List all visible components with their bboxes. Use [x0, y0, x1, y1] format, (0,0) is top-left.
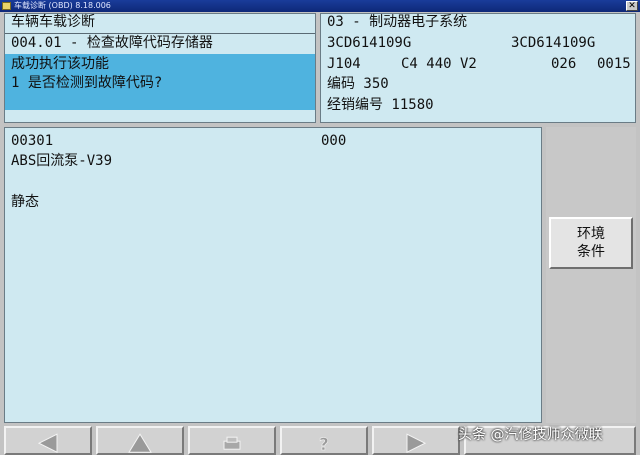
- env-button-line2: 条件: [577, 244, 605, 260]
- window-titlebar: 车载诊断 (OBD) 8.18.006 ✕: [0, 0, 640, 12]
- window-title: 车载诊断 (OBD) 8.18.006: [14, 1, 111, 10]
- help-icon: ?: [319, 434, 329, 454]
- env-button-line1: 环境: [577, 226, 605, 242]
- ecu-code-2: 0015: [597, 56, 631, 72]
- part-number-2: 3CD614109G: [511, 35, 596, 51]
- environment-conditions-button[interactable]: 环境 条件: [549, 217, 633, 269]
- dealer-label: 经销编号 11580: [327, 97, 434, 113]
- question-text: 1 是否检测到故障代码?: [11, 75, 163, 91]
- fault-description: ABS回流泵-V39: [11, 153, 113, 169]
- header-right-panel: 03 - 制动器电子系统 3CD614109G 3CD614109G J104 …: [320, 13, 636, 123]
- back-button[interactable]: [4, 426, 92, 455]
- close-button[interactable]: ✕: [626, 1, 638, 11]
- ecu-id: J104: [327, 56, 361, 72]
- print-button[interactable]: [188, 426, 276, 455]
- status-text: 成功执行该功能: [11, 56, 109, 72]
- arrow-left-icon: [37, 432, 58, 453]
- up-button[interactable]: [96, 426, 184, 455]
- watermark-text: 头条 @汽修技师众微联: [458, 427, 603, 443]
- header-left-panel: 车辆车载诊断 004.01 - 检查故障代码存储器 成功执行该功能 1 是否检测…: [4, 13, 316, 123]
- help-button[interactable]: ?: [280, 426, 368, 455]
- function-label: 004.01 - 检查故障代码存储器: [11, 35, 213, 51]
- coding-label: 编码 350: [327, 76, 389, 92]
- fault-value: 000: [321, 133, 347, 149]
- arrow-up-icon: [128, 432, 152, 453]
- app-icon: [2, 2, 11, 10]
- print-icon: [223, 436, 241, 450]
- screen-title: 车辆车载诊断: [11, 14, 95, 30]
- forward-button[interactable]: [372, 426, 460, 455]
- arrow-right-icon: [406, 432, 427, 453]
- ecu-code-1: 026: [551, 56, 577, 72]
- system-label: 03 - 制动器电子系统: [327, 14, 468, 30]
- svg-text:?: ?: [319, 435, 329, 454]
- part-number-1: 3CD614109G: [327, 35, 412, 51]
- fault-code: 00301: [11, 133, 54, 149]
- fault-list-panel: 00301 000 ABS回流泵-V39 静态: [4, 127, 542, 423]
- side-button-column: [546, 127, 636, 423]
- fault-state: 静态: [11, 194, 39, 210]
- ecu-version: C4 440 V2: [401, 56, 477, 72]
